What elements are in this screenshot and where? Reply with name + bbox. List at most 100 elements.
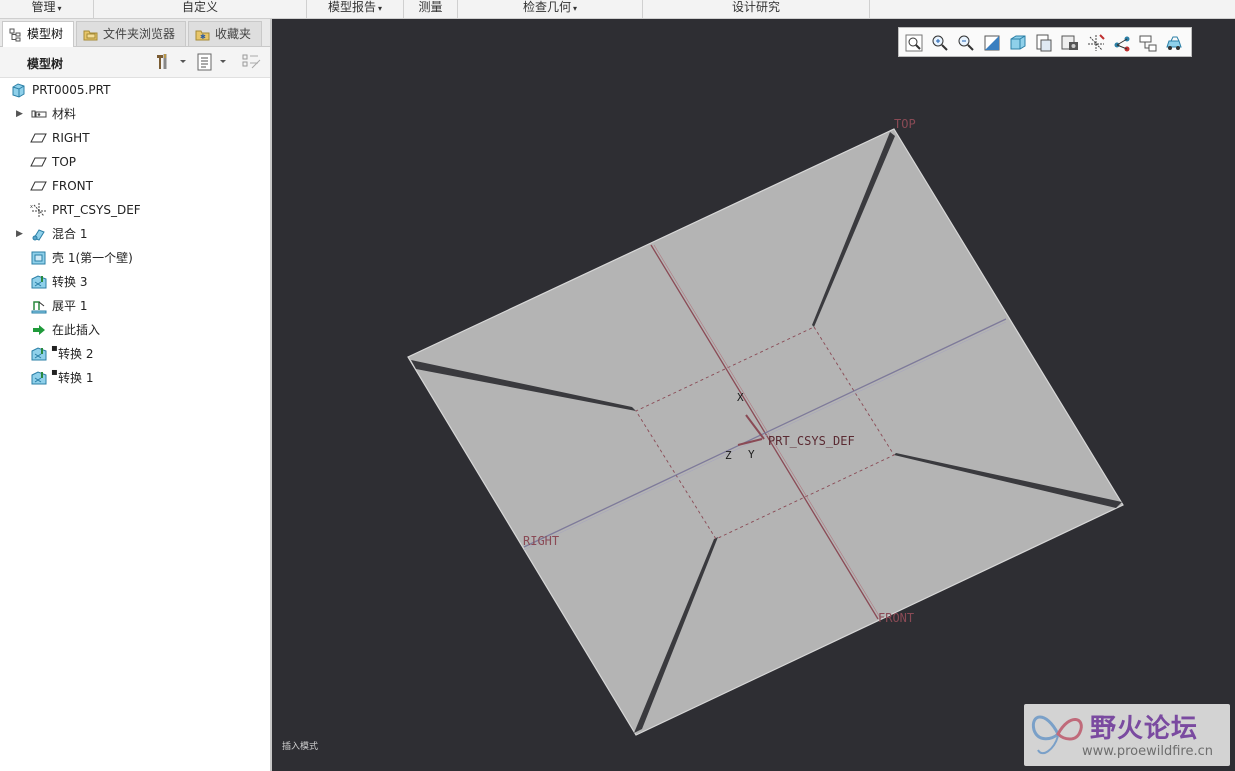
- part-icon: [12, 83, 25, 98]
- tab-label: 收藏夹: [215, 27, 252, 41]
- material-icon: [31, 110, 47, 118]
- graphics-window[interactable]: TOP RIGHT FRONT PRT_CSYS_DEF X Y Z 插入模式: [274, 19, 1235, 771]
- tab-label: 文件夹浏览器: [103, 27, 176, 41]
- tree-item-shell[interactable]: 壳 1(第一个壁): [0, 247, 268, 269]
- graphics-toolbar: [898, 27, 1192, 57]
- expand-arrow-icon[interactable]: ▶: [16, 223, 23, 245]
- datum-label-top: TOP: [894, 117, 916, 131]
- ribbon-group-label: 模型报告: [327, 0, 376, 14]
- datum-display-icon[interactable]: [1086, 33, 1106, 53]
- ribbon-group-label: 自定义: [181, 0, 218, 14]
- ribbon-group-inspect-geometry[interactable]: 检查几何 ▾: [458, 0, 643, 18]
- ribbon-group-bar: 管理 ▾ 自定义 模型报告 ▾ 测量 检查几何 ▾ 设计研究: [0, 0, 1235, 19]
- navigator-tabs: 模型树 文件夹浏览器 ✱ 收藏夹: [0, 19, 270, 47]
- tree-item-insert-here[interactable]: 在此插入: [0, 319, 268, 341]
- tab-favorites[interactable]: ✱ 收藏夹: [188, 21, 262, 46]
- tree-title: 模型树: [27, 57, 64, 71]
- blend-icon: [32, 229, 45, 241]
- tree-item-blend[interactable]: ▶ 混合 1: [0, 223, 268, 245]
- tree-item-label: PRT_CSYS_DEF: [52, 203, 141, 217]
- tree-item-label: 展平 1: [52, 299, 88, 313]
- shell-icon: [31, 251, 46, 265]
- tree-item-label: 转换 2: [58, 347, 94, 361]
- inactive-marker-icon: ▪: [51, 343, 58, 354]
- forum-logo-icon: [1031, 715, 1083, 755]
- watermark-title: 野火论坛: [1090, 714, 1199, 744]
- tree-item-top[interactable]: TOP: [0, 151, 268, 173]
- ribbon-group-measure[interactable]: 测量: [404, 0, 458, 18]
- csys-label: PRT_CSYS_DEF: [768, 434, 855, 448]
- conversion-icon: [31, 347, 47, 361]
- view-manager-icon[interactable]: [1060, 33, 1080, 53]
- tree-item-label: PRT0005.PRT: [32, 83, 111, 97]
- datum-plane-icon: [30, 181, 47, 191]
- tree-item-material[interactable]: ▶ 材料: [0, 103, 268, 125]
- zoom-out-icon[interactable]: [956, 33, 976, 53]
- perspective-icon[interactable]: [1164, 33, 1184, 53]
- tree-item-csys[interactable]: x PRT_CSYS_DEF: [0, 199, 268, 221]
- svg-text:x: x: [30, 204, 33, 210]
- insert-here-icon: [33, 325, 45, 335]
- spin-center-icon[interactable]: [1112, 33, 1132, 53]
- tree-item-front[interactable]: FRONT: [0, 175, 268, 197]
- chevron-down-icon: ▾: [573, 4, 578, 13]
- tree-item-label: FRONT: [52, 179, 93, 193]
- datum-plane-icon: [30, 133, 47, 143]
- navigator-panel: 模型树 文件夹浏览器 ✱ 收藏夹 模型树 PRT0005.PRT ▶ 材料 RI…: [0, 19, 272, 771]
- expand-arrow-icon[interactable]: ▶: [16, 103, 23, 125]
- saved-views-icon[interactable]: [1034, 33, 1054, 53]
- svg-text:✱: ✱: [200, 33, 206, 41]
- tree-item-label: 在此插入: [52, 323, 101, 337]
- ribbon-group-model-report[interactable]: 模型报告 ▾: [307, 0, 404, 18]
- repaint-icon[interactable]: [982, 33, 1002, 53]
- datum-plane-icon: [30, 157, 47, 167]
- tree-filters-icon[interactable]: [196, 52, 232, 72]
- conversion-icon: [31, 371, 47, 385]
- ribbon-group-customize[interactable]: 自定义: [94, 0, 307, 18]
- tree-item-label: 壳 1(第一个壁): [52, 251, 133, 265]
- status-mode-text: 插入模式: [282, 742, 319, 752]
- tree-item-label: 混合 1: [52, 227, 88, 241]
- tree-item-part[interactable]: PRT0005.PRT: [0, 79, 268, 101]
- datum-label-right: RIGHT: [523, 534, 559, 548]
- ribbon-group-manage[interactable]: 管理 ▾: [0, 0, 94, 18]
- tree-item-conversion-1[interactable]: ▪ 转换 1: [0, 367, 268, 389]
- tree-columns-icon[interactable]: [240, 52, 264, 72]
- tree-item-label: RIGHT: [52, 131, 90, 145]
- flatten-icon: [31, 301, 47, 314]
- chevron-down-icon: ▾: [378, 4, 383, 13]
- ribbon-group-design-study[interactable]: 设计研究: [643, 0, 870, 18]
- model-tree-icon: [9, 28, 21, 41]
- folder-browser-icon: [83, 30, 98, 40]
- tab-folder-browser[interactable]: 文件夹浏览器: [76, 21, 186, 46]
- favorites-icon: ✱: [195, 30, 210, 41]
- zoom-in-icon[interactable]: [930, 33, 950, 53]
- ribbon-group-label: 管理: [31, 0, 56, 14]
- tree-item-label: 转换 1: [58, 371, 94, 385]
- tab-label: 模型树: [27, 27, 64, 41]
- tree-item-conversion-3[interactable]: 转换 3: [0, 271, 268, 293]
- forum-watermark: 野火论坛 www.proewildfire.cn: [1024, 704, 1230, 766]
- inactive-marker-icon: ▪: [51, 367, 58, 378]
- chevron-down-icon: ▾: [57, 4, 62, 13]
- display-style-icon[interactable]: [1008, 33, 1028, 53]
- ribbon-group-label: 测量: [418, 0, 443, 14]
- tree-item-conversion-2[interactable]: ▪ 转换 2: [0, 343, 268, 365]
- datum-label-front: FRONT: [878, 611, 914, 625]
- tree-item-flatten[interactable]: 展平 1: [0, 295, 268, 317]
- tree-item-label: TOP: [52, 155, 77, 169]
- ribbon-group-label: 设计研究: [731, 0, 780, 14]
- settings-tools-icon[interactable]: [154, 52, 190, 72]
- refit-icon[interactable]: [904, 33, 924, 53]
- tree-toolbar: 模型树: [0, 47, 270, 78]
- model-canvas[interactable]: TOP RIGHT FRONT PRT_CSYS_DEF X Y Z: [274, 19, 1235, 771]
- part-sheet[interactable]: [407, 128, 1124, 736]
- axis-label-y: Y: [748, 448, 755, 461]
- conversion-icon: [31, 275, 47, 289]
- axis-label-x: X: [737, 391, 744, 404]
- tree-item-right[interactable]: RIGHT: [0, 127, 268, 149]
- annotation-display-icon[interactable]: [1138, 33, 1158, 53]
- tree-item-label: 转换 3: [52, 275, 88, 289]
- watermark-url: www.proewildfire.cn: [1082, 744, 1213, 759]
- tab-model-tree[interactable]: 模型树: [2, 21, 74, 47]
